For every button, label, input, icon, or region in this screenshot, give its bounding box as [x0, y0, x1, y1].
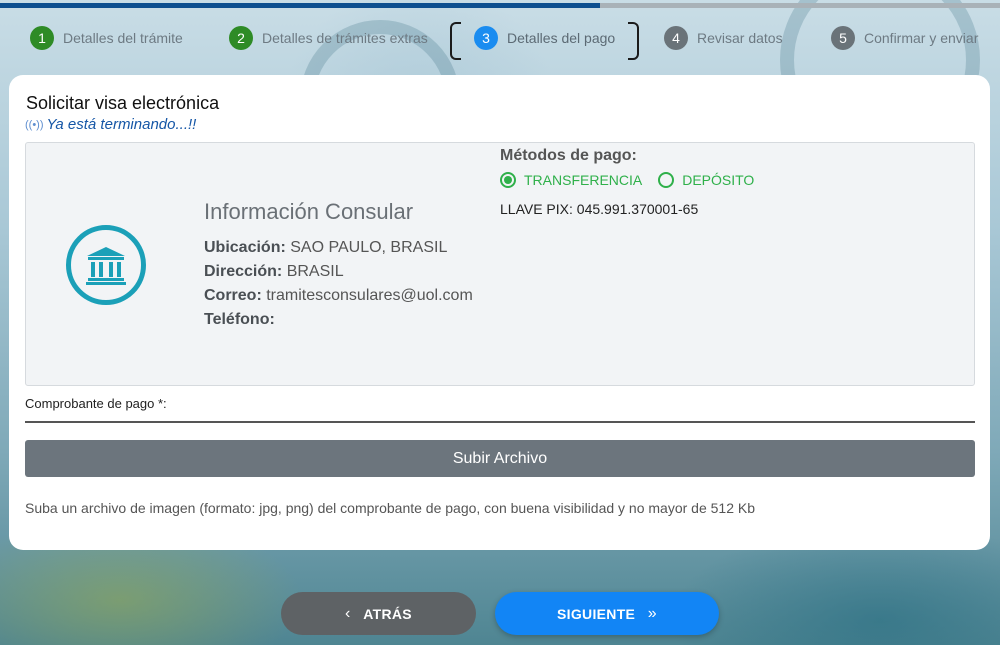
subtitle-text: Ya está terminando...!! [46, 116, 197, 133]
back-button[interactable]: ‹ ATRÁS [281, 592, 476, 635]
comprobante-label: Comprobante de pago *: [25, 396, 167, 411]
deposito-label[interactable]: DEPÓSITO [682, 172, 754, 188]
step-confirmar-enviar[interactable]: 5 Confirmar y enviar [831, 18, 978, 58]
ubicacion-label: Ubicación: [204, 239, 286, 256]
back-label: ATRÁS [363, 605, 412, 622]
next-label: SIGUIENTE [557, 605, 636, 622]
step-number: 3 [474, 26, 498, 50]
correo-label: Correo: [204, 287, 262, 304]
payment-method-group: TRANSFERENCIA DEPÓSITO [500, 172, 770, 188]
consular-title: Información Consular [204, 199, 414, 224]
payment-methods-title: Métodos de pago: [500, 147, 637, 164]
telefono-row: Teléfono: [204, 311, 275, 329]
step-number: 4 [664, 26, 688, 50]
stepper: 1 Detalles del trámite 2 Detalles de trá… [0, 18, 1000, 66]
step-number: 2 [229, 26, 253, 50]
radio-deposito[interactable] [658, 172, 675, 188]
step-number: 5 [831, 26, 855, 50]
signal-icon: ((•)) [25, 118, 44, 131]
step-revisar-datos[interactable]: 4 Revisar datos [664, 18, 783, 58]
step-label: Confirmar y enviar [864, 30, 979, 46]
transferencia-label[interactable]: TRANSFERENCIA [524, 172, 642, 188]
step-detalles-tramite[interactable]: 1 Detalles del trámite [30, 18, 183, 58]
page-subtitle: ((•)) Ya está terminando...!! [25, 116, 196, 133]
correo-row: Correo: tramitesconsulares@uol.com [204, 287, 473, 305]
ubicacion-row: Ubicación: SAO PAULO, BRASIL [204, 239, 447, 257]
direccion-label: Dirección: [204, 263, 283, 280]
upload-file-button[interactable]: Subir Archivo [25, 440, 975, 477]
comprobante-field-line [25, 421, 975, 423]
double-chevron-right-icon: » [647, 604, 657, 622]
page-title: Solicitar visa electrónica [26, 93, 220, 113]
chevron-left-icon: ‹ [345, 604, 351, 622]
step-tramites-extras[interactable]: 2 Detalles de trámites extras [229, 18, 428, 58]
direccion-value: BRASIL [286, 263, 344, 280]
consular-info-panel: Información Consular Ubicación: SAO PAUL… [25, 142, 975, 386]
correo-value: tramitesconsulares@uol.com [266, 287, 473, 304]
bank-icon [66, 225, 146, 305]
next-button[interactable]: SIGUIENTE » [495, 592, 719, 635]
step-label: Revisar datos [697, 30, 783, 46]
step-label: Detalles del trámite [63, 30, 183, 46]
upload-hint: Suba un archivo de imagen (formato: jpg,… [25, 500, 756, 516]
visa-form-card: Solicitar visa electrónica ((•)) Ya está… [9, 75, 990, 550]
step-label: Detalles del pago [507, 30, 616, 46]
step-label: Detalles de trámites extras [262, 30, 428, 46]
step-detalles-pago[interactable]: 3 Detalles del pago [449, 18, 640, 60]
progress-fill [0, 3, 600, 8]
radio-transferencia[interactable] [500, 172, 516, 188]
direccion-row: Dirección: BRASIL [204, 263, 344, 281]
telefono-label: Teléfono: [204, 311, 275, 328]
pix-key: LLAVE PIX: 045.991.370001-65 [500, 201, 699, 217]
step-number: 1 [30, 26, 54, 50]
ubicacion-value: SAO PAULO, BRASIL [290, 239, 448, 256]
